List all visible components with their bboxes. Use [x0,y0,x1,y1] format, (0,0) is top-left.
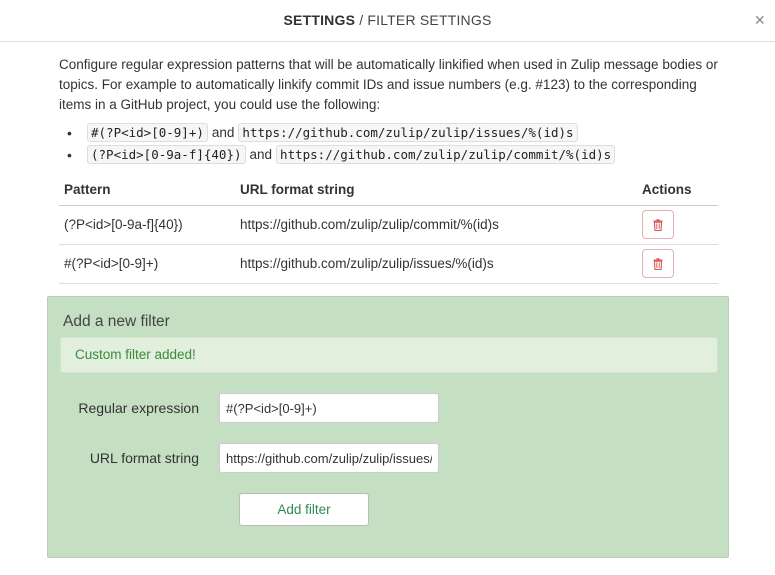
example-list: #(?P<id>[0-9]+)andhttps://github.com/zul… [67,123,616,167]
example-joiner: and [211,125,235,140]
trash-icon [653,219,663,232]
regex-input[interactable] [219,393,439,423]
example-url: https://github.com/zulip/zulip/issues/%(… [238,123,578,142]
filter-pattern: #(?P<id>[0-9]+) [59,244,235,284]
example-item: #(?P<id>[0-9]+)andhttps://github.com/zul… [67,123,615,145]
filter-actions [637,244,718,284]
table-row: #(?P<id>[0-9]+) https://github.com/zulip… [59,244,718,284]
url-format-input[interactable] [219,443,439,473]
trash-icon [653,258,663,271]
filter-url: https://github.com/zulip/zulip/issues/%(… [235,244,637,284]
regex-label: Regular expression [78,400,199,416]
column-header-url: URL format string [235,174,637,206]
breadcrumb-page: FILTER SETTINGS [367,12,492,28]
delete-filter-button[interactable] [642,210,674,239]
example-item: (?P<id>[0-9a-f]{40})andhttps://github.co… [67,145,616,167]
filter-actions [637,205,718,245]
column-header-actions: Actions [637,174,718,206]
close-icon[interactable]: × [754,10,765,30]
table-row: (?P<id>[0-9a-f]{40}) https://github.com/… [59,205,718,245]
breadcrumb-separator: / [355,12,368,28]
filter-pattern: (?P<id>[0-9a-f]{40}) [59,205,235,245]
table-header-row: Pattern URL format string Actions [59,174,718,206]
settings-content: Configure regular expression patterns th… [0,43,775,575]
filter-url: https://github.com/zulip/zulip/commit/%(… [235,205,637,245]
url-format-label: URL format string [89,450,199,466]
add-filter-title: Add a new filter [63,313,170,330]
filters-table: Pattern URL format string Actions (?P<id… [59,174,718,284]
example-pattern: (?P<id>[0-9a-f]{40}) [87,145,246,164]
success-alert: Custom filter added! [60,337,718,373]
example-url: https://github.com/zulip/zulip/commit/%(… [276,145,616,164]
add-filter-button[interactable]: Add filter [239,493,369,526]
column-header-pattern: Pattern [59,174,235,206]
breadcrumb: SETTINGS / FILTER SETTINGS [0,12,775,28]
breadcrumb-section[interactable]: SETTINGS [284,12,356,28]
intro-text: Configure regular expression patterns th… [59,57,718,112]
example-pattern: #(?P<id>[0-9]+) [87,123,208,142]
delete-filter-button[interactable] [642,249,674,278]
add-filter-panel: Add a new filter Custom filter added! Re… [47,296,729,558]
example-joiner: and [249,147,273,162]
modal-header: SETTINGS / FILTER SETTINGS × [0,0,775,42]
